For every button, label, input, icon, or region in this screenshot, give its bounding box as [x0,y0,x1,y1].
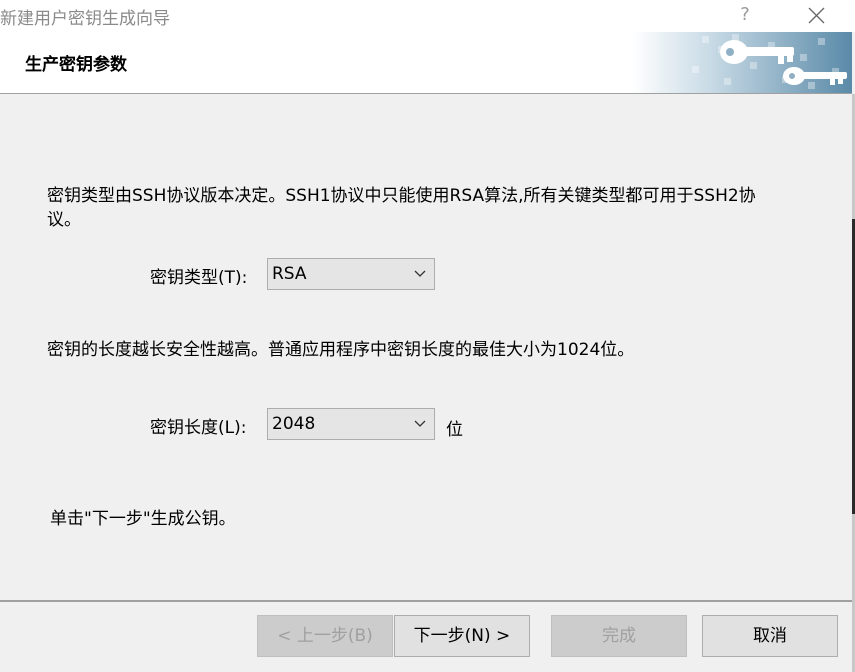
footer-divider [0,600,852,602]
instruction-text: 单击"下一步"生成公钥。 [50,509,236,529]
key-length-unit: 位 [446,420,463,440]
key-length-value: 2048 [272,414,316,434]
key-type-select[interactable]: RSA [267,258,435,290]
finish-button[interactable]: 完成 [551,615,687,657]
back-button[interactable]: < 上一步(B) [257,615,393,657]
keys-banner-image [632,32,852,93]
close-button[interactable] [796,0,836,32]
description-text: 密钥类型由SSH协议版本决定。SSH1协议中只能使用RSA算法,所有关键类型都可… [47,186,756,206]
page-title: 生产密钥参数 [25,55,127,75]
key-type-label: 密钥类型(T): [150,268,248,288]
key-type-value: RSA [272,264,307,284]
help-button[interactable]: ? [728,0,762,32]
key-length-select[interactable]: 2048 [267,408,435,440]
chevron-down-icon [414,270,426,277]
description-text-cont: 议。 [47,210,81,230]
wizard-header: 生产密钥参数 [0,32,852,94]
key-length-label: 密钥长度(L): [150,418,247,438]
next-button[interactable]: 下一步(N) > [394,615,530,657]
cancel-button[interactable]: 取消 [702,615,838,657]
close-icon [808,7,825,24]
length-note-text: 密钥的长度越长安全性越高。普通应用程序中密钥长度的最佳大小为1024位。 [47,340,635,360]
window-title: 新建用户密钥生成向导 [0,9,170,29]
chevron-down-icon [414,420,426,427]
title-bar: 新建用户密钥生成向导 ? [0,0,855,32]
